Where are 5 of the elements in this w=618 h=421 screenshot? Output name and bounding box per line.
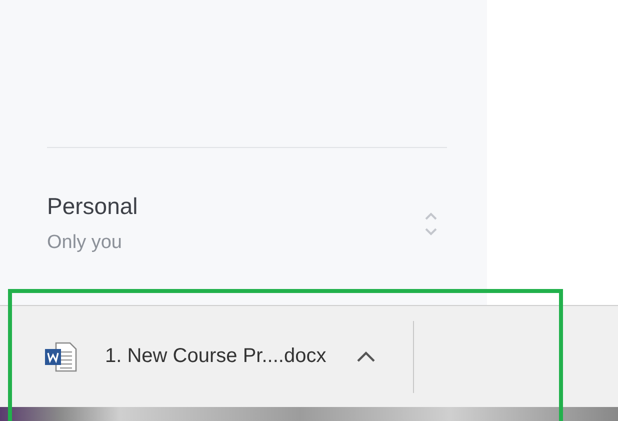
download-file-name[interactable]: 1. New Course Pr....docx xyxy=(105,345,326,368)
visibility-subtitle: Only you xyxy=(47,232,123,254)
visibility-title: Personal xyxy=(47,193,138,220)
document-icon xyxy=(44,340,78,372)
caret-up-icon[interactable] xyxy=(356,350,376,362)
